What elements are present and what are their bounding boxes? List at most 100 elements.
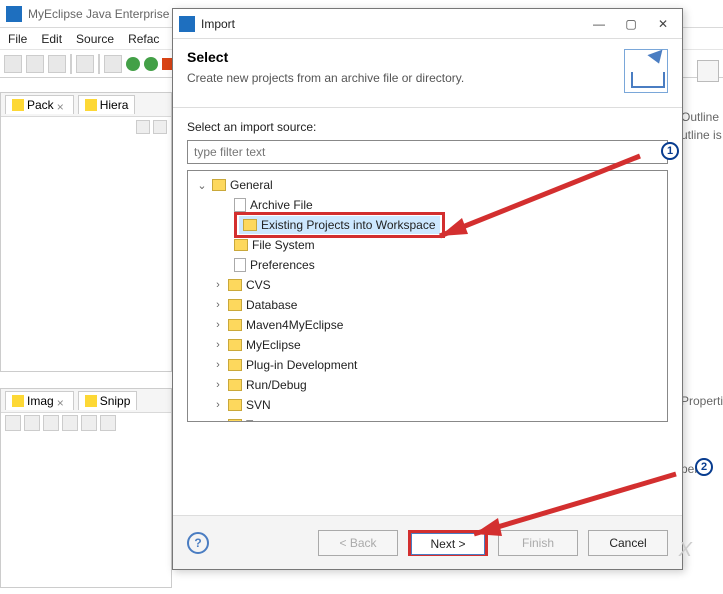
tree-node-cvs[interactable]: › CVS — [190, 275, 665, 295]
dialog-subtitle: Create new projects from an archive file… — [187, 71, 624, 85]
chevron-down-icon[interactable]: ⌄ — [196, 179, 208, 192]
chevron-right-icon[interactable]: › — [212, 379, 224, 391]
folder-icon — [228, 299, 242, 311]
help-icon[interactable]: ? — [187, 532, 209, 554]
outline-view-strip: Outline utline is — [681, 108, 723, 144]
close-icon[interactable]: × — [57, 396, 67, 406]
tree-node-existing-projects[interactable]: Existing Projects into Workspace — [190, 215, 665, 235]
chevron-right-icon[interactable]: › — [212, 399, 224, 411]
dialog-footer: ? < Back Next > Finish Cancel — [173, 515, 682, 569]
tab-hierarchy[interactable]: Hiera — [78, 95, 136, 114]
tree-node-file-system[interactable]: File System — [190, 235, 665, 255]
tree-label: General — [230, 178, 273, 192]
chevron-right-icon[interactable]: › — [212, 319, 224, 331]
menu-source[interactable]: Source — [76, 32, 114, 46]
image-tabbar: Imag × Snipp — [1, 389, 171, 413]
tab-snippets[interactable]: Snipp — [78, 391, 138, 410]
toolbar-debug-icon[interactable] — [104, 55, 122, 73]
home-icon[interactable] — [5, 415, 21, 431]
tree-node-plugin-dev[interactable]: › Plug-in Development — [190, 355, 665, 375]
cancel-button[interactable]: Cancel — [588, 530, 668, 556]
folder-icon — [228, 319, 242, 331]
perspective-button[interactable] — [697, 60, 719, 82]
filter-input[interactable] — [187, 140, 668, 164]
tree-label: Team — [246, 418, 275, 422]
file-icon — [234, 198, 246, 212]
tree-node-maven4myeclipse[interactable]: › Maven4MyEclipse — [190, 315, 665, 335]
toolbar-run-ext-icon[interactable] — [144, 57, 158, 71]
import-wizard-icon — [624, 49, 668, 93]
dialog-body: Select an import source: ⌄ General Archi… — [173, 108, 682, 434]
collapse-all-icon[interactable] — [136, 120, 150, 134]
close-button[interactable]: ✕ — [656, 17, 670, 31]
annotation-badge-2: 2 — [695, 458, 713, 476]
chevron-right-icon[interactable]: › — [212, 279, 224, 291]
finish-button[interactable]: Finish — [498, 530, 578, 556]
chevron-right-icon[interactable]: › — [212, 359, 224, 371]
toolbar-new-icon[interactable] — [4, 55, 22, 73]
zoom-in-icon[interactable] — [62, 415, 78, 431]
image-toolbar — [1, 413, 171, 433]
hierarchy-icon — [85, 99, 97, 111]
folder-icon — [228, 419, 242, 422]
link-editor-icon[interactable] — [153, 120, 167, 134]
tree-node-general[interactable]: ⌄ General — [190, 175, 665, 195]
menu-refactor[interactable]: Refac — [128, 32, 159, 46]
tab-package-explorer[interactable]: Pack × — [5, 95, 74, 114]
folder-icon — [234, 239, 248, 251]
zoom-out-icon[interactable] — [43, 415, 59, 431]
app-icon — [6, 6, 22, 22]
tree-label: Database — [246, 298, 297, 312]
minimize-button[interactable]: — — [592, 17, 606, 31]
source-label: Select an import source: — [187, 120, 668, 134]
tab-image[interactable]: Imag × — [5, 391, 74, 410]
window-buttons: — ▢ ✕ — [592, 17, 670, 31]
tree-label: Archive File — [250, 198, 313, 212]
chevron-right-icon[interactable]: › — [212, 339, 224, 351]
tab-label: Pack — [27, 98, 54, 112]
chevron-right-icon[interactable]: › — [212, 299, 224, 311]
toolbar-saveall-icon[interactable] — [48, 55, 66, 73]
tree-label: Existing Projects into Workspace — [261, 218, 436, 232]
maximize-button[interactable]: ▢ — [624, 17, 638, 31]
folder-icon — [228, 279, 242, 291]
snippets-icon — [85, 395, 97, 407]
folder-icon — [228, 359, 242, 371]
back-button[interactable]: < Back — [318, 530, 398, 556]
folder-icon — [228, 379, 242, 391]
next-button[interactable]: Next > — [408, 530, 488, 556]
next-button-label: Next > — [411, 533, 485, 555]
annotation-highlight: Existing Projects into Workspace — [234, 212, 445, 238]
tree-label: CVS — [246, 278, 271, 292]
explorer-toolbar — [1, 117, 171, 137]
tree-node-run-debug[interactable]: › Run/Debug — [190, 375, 665, 395]
dialog-heading: Select — [187, 49, 624, 65]
menu-file[interactable]: File — [8, 32, 27, 46]
close-icon[interactable]: × — [57, 100, 67, 110]
tree-label: MyEclipse — [246, 338, 301, 352]
tree-label: Run/Debug — [246, 378, 307, 392]
color-icon[interactable] — [100, 415, 116, 431]
file-icon — [234, 258, 246, 272]
grid-icon[interactable] — [81, 415, 97, 431]
tree-node-myeclipse[interactable]: › MyEclipse — [190, 335, 665, 355]
tree-label: Plug-in Development — [246, 358, 357, 372]
toolbar-run-icon[interactable] — [126, 57, 140, 71]
package-explorer-panel: Pack × Hiera — [0, 92, 172, 372]
palette-icon[interactable] — [24, 415, 40, 431]
import-source-tree[interactable]: ⌄ General Archive File Existing Projects… — [187, 170, 668, 422]
folder-import-icon — [243, 219, 257, 231]
tree-label: SVN — [246, 398, 271, 412]
tree-node-svn[interactable]: › SVN — [190, 395, 665, 415]
chevron-right-icon[interactable]: › — [212, 419, 224, 422]
tree-node-database[interactable]: › Database — [190, 295, 665, 315]
tree-label: Maven4MyEclipse — [246, 318, 343, 332]
toolbar-deploy-icon[interactable] — [76, 55, 94, 73]
toolbar-save-icon[interactable] — [26, 55, 44, 73]
tree-label: Preferences — [250, 258, 315, 272]
tree-node-preferences[interactable]: Preferences — [190, 255, 665, 275]
folder-icon — [228, 399, 242, 411]
explorer-tabbar: Pack × Hiera — [1, 93, 171, 117]
menu-edit[interactable]: Edit — [41, 32, 62, 46]
tree-node-team[interactable]: › Team — [190, 415, 665, 422]
